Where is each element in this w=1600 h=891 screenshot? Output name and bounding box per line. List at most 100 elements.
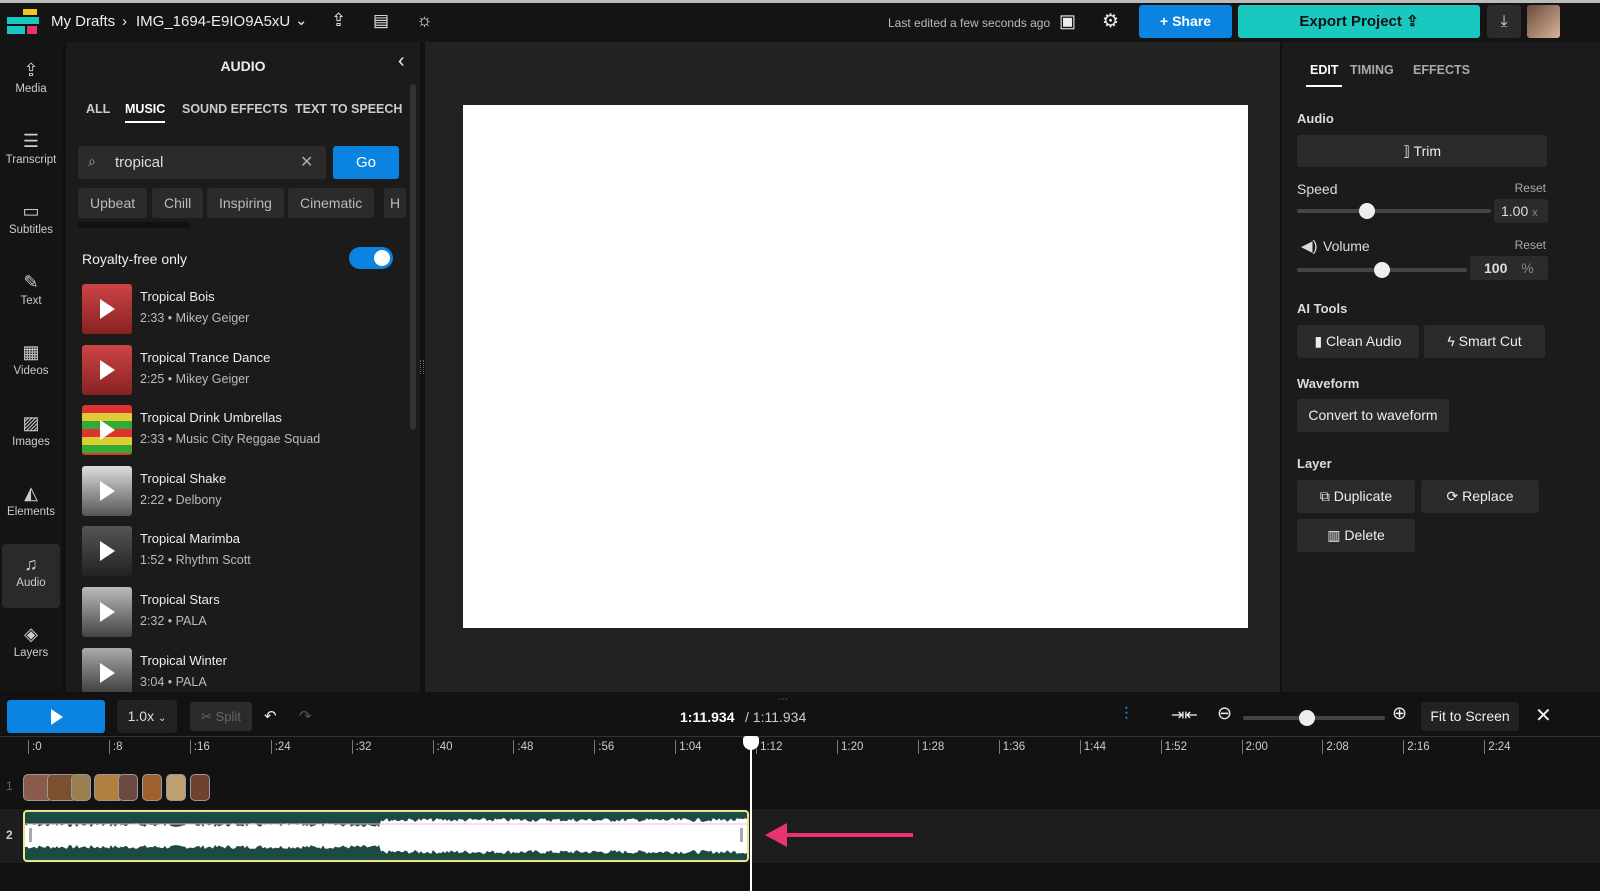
convert-to-waveform-button[interactable]: Convert to waveform	[1297, 399, 1449, 432]
clean-audio-button[interactable]: ▮ Clean Audio	[1297, 325, 1419, 358]
breadcrumb-my-drafts[interactable]: My Drafts	[51, 13, 115, 30]
volume-input[interactable]: 100 %	[1470, 256, 1548, 280]
tab-music[interactable]: MUSIC	[125, 102, 166, 123]
volume-slider[interactable]	[1297, 262, 1467, 278]
track-thumbnail[interactable]	[82, 344, 132, 395]
track-thumbnail[interactable]	[82, 405, 132, 456]
download-button[interactable]: ⤓	[1487, 5, 1521, 38]
chips-scrollbar[interactable]	[78, 222, 190, 228]
ruler-tick-label: 1:52	[1160, 740, 1187, 754]
rail-item-transcript[interactable]: ☰ Transcript	[2, 121, 60, 185]
rail-item-audio[interactable]: ♫ Audio	[2, 543, 60, 608]
image-clip-thumbnail[interactable]	[142, 774, 162, 801]
go-button[interactable]: Go	[333, 146, 399, 179]
duplicate-button[interactable]: ⧉ Duplicate	[1297, 480, 1415, 513]
tab-text-to-speech[interactable]: TEXT TO SPEECH	[295, 102, 402, 116]
duplicate-label: Duplicate	[1333, 488, 1393, 504]
speed-reset-button[interactable]: Reset	[1515, 181, 1546, 195]
zoom-out-icon[interactable]: ⊖	[1217, 703, 1232, 724]
clear-search-icon[interactable]: ✕	[300, 152, 313, 172]
fit-to-screen-button[interactable]: Fit to Screen	[1421, 702, 1519, 731]
rail-item-subtitles[interactable]: ▭ Subtitles	[2, 191, 60, 255]
search-input[interactable]: ⌕ tropical ✕	[78, 146, 326, 179]
track-thumbnail[interactable]	[82, 526, 132, 577]
track-list-item[interactable]: Tropical Stars 2:32 • PALA	[82, 587, 402, 643]
image-clip-thumbnail[interactable]	[118, 774, 139, 801]
royalty-free-toggle[interactable]	[349, 247, 393, 269]
tab-edit[interactable]: EDIT	[1306, 63, 1343, 87]
volume-unit: %	[1521, 260, 1534, 276]
rail-item-media[interactable]: ⇪ Media	[2, 50, 60, 114]
split-button[interactable]: ✂ Split	[190, 702, 252, 731]
rail-item-text[interactable]: ✎ Text	[2, 262, 60, 326]
panel-resize-handle[interactable]	[420, 360, 424, 374]
lightbulb-icon[interactable]: ☼	[416, 10, 433, 31]
redo-icon[interactable]: ↷	[299, 707, 312, 725]
close-timeline-icon[interactable]: ✕	[1535, 703, 1552, 728]
tab-sound-effects[interactable]: SOUND EFFECTS	[182, 102, 288, 116]
audio-clip[interactable]	[23, 810, 749, 862]
play-icon	[100, 420, 115, 441]
audio-section-label: Audio	[1297, 111, 1334, 126]
speed-slider[interactable]	[1297, 203, 1491, 219]
trim-icon: ⟧	[1402, 143, 1414, 159]
video-canvas[interactable]	[463, 105, 1248, 628]
comment-icon[interactable]: ▣	[1059, 11, 1076, 32]
panel-scrollbar[interactable]	[410, 84, 416, 430]
replace-button[interactable]: ⟳ Replace	[1421, 480, 1539, 513]
clip-trim-handle-left[interactable]	[29, 828, 32, 842]
collapse-panel-icon[interactable]: ‹	[398, 50, 405, 73]
zoom-in-icon[interactable]: ⊕	[1392, 703, 1407, 724]
track-list-item[interactable]: Tropical Trance Dance 2:25 • Mikey Geiger	[82, 344, 402, 401]
gear-icon[interactable]: ⚙	[1102, 10, 1119, 33]
avatar[interactable]	[1527, 5, 1560, 38]
tab-effects[interactable]: EFFECTS	[1413, 63, 1470, 77]
upload-cloud-icon: ⇪	[23, 60, 39, 80]
chip-more[interactable]: H	[384, 188, 406, 218]
delete-button[interactable]: ▥ Delete	[1297, 519, 1415, 552]
clip-trim-handle-right[interactable]	[740, 828, 743, 842]
ruler-tick-label: 1:36	[998, 740, 1025, 754]
rail-item-layers[interactable]: ◈ Layers	[2, 614, 60, 678]
track-list-item[interactable]: Tropical Marimba 1:52 • Rhythm Scott	[82, 526, 402, 582]
track-thumbnail[interactable]	[82, 465, 132, 516]
track-thumbnail[interactable]	[82, 587, 132, 637]
upload-icon[interactable]: ⇪	[331, 10, 346, 31]
track-thumbnail[interactable]	[82, 647, 132, 698]
share-button[interactable]: + Share	[1139, 5, 1232, 38]
project-name[interactable]: IMG_1694-E9IO9A5xU	[136, 13, 290, 30]
app-logo[interactable]	[7, 9, 39, 35]
track-thumbnail[interactable]	[82, 284, 132, 334]
rail-item-images[interactable]: ▨ Images	[2, 403, 60, 467]
rail-item-elements[interactable]: ◭ Elements	[2, 473, 60, 537]
chevron-down-icon[interactable]: ⌄	[295, 11, 308, 29]
captions-icon[interactable]: ▤	[373, 11, 389, 31]
undo-icon[interactable]: ↶	[264, 707, 277, 725]
image-clip-thumbnail[interactable]	[189, 774, 210, 801]
image-clip-thumbnail[interactable]	[165, 774, 186, 801]
tab-timing[interactable]: TIMING	[1350, 63, 1394, 77]
tab-all[interactable]: ALL	[86, 102, 110, 116]
volume-reset-button[interactable]: Reset	[1515, 238, 1546, 252]
playback-speed-select[interactable]: 1.0x ⌄	[117, 700, 177, 733]
track-list-item[interactable]: Tropical Drink Umbrellas 2:33 • Music Cit…	[82, 405, 402, 461]
playhead[interactable]	[750, 738, 752, 891]
play-button[interactable]	[7, 700, 105, 733]
smart-cut-button[interactable]: ϟ Smart Cut	[1424, 325, 1545, 358]
fit-width-icon[interactable]: ⇥⇤	[1171, 705, 1198, 725]
chip-cinematic[interactable]: Cinematic	[288, 188, 375, 218]
timeline-resize-handle[interactable]: ⋯	[778, 694, 788, 705]
export-project-button[interactable]: Export Project ⇪	[1238, 5, 1480, 38]
speed-input[interactable]: 1.00 x	[1494, 199, 1548, 223]
rail-item-videos[interactable]: ▦ Videos	[2, 332, 60, 396]
track-list-item[interactable]: Tropical Bois 2:33 • Mikey Geiger	[82, 284, 402, 340]
image-clip-thumbnail[interactable]	[70, 774, 91, 801]
snap-icon[interactable]: ⫶	[1124, 704, 1129, 725]
track-list-item[interactable]: Tropical Shake 2:22 • Delbony	[82, 465, 402, 522]
chip-inspiring[interactable]: Inspiring	[207, 188, 284, 218]
chip-chill[interactable]: Chill	[152, 188, 204, 218]
zoom-slider[interactable]	[1243, 710, 1385, 726]
trim-button[interactable]: ⟧ Trim	[1297, 135, 1547, 167]
ruler-tick-label: 1:28	[917, 740, 944, 754]
chip-upbeat[interactable]: Upbeat	[78, 188, 148, 218]
